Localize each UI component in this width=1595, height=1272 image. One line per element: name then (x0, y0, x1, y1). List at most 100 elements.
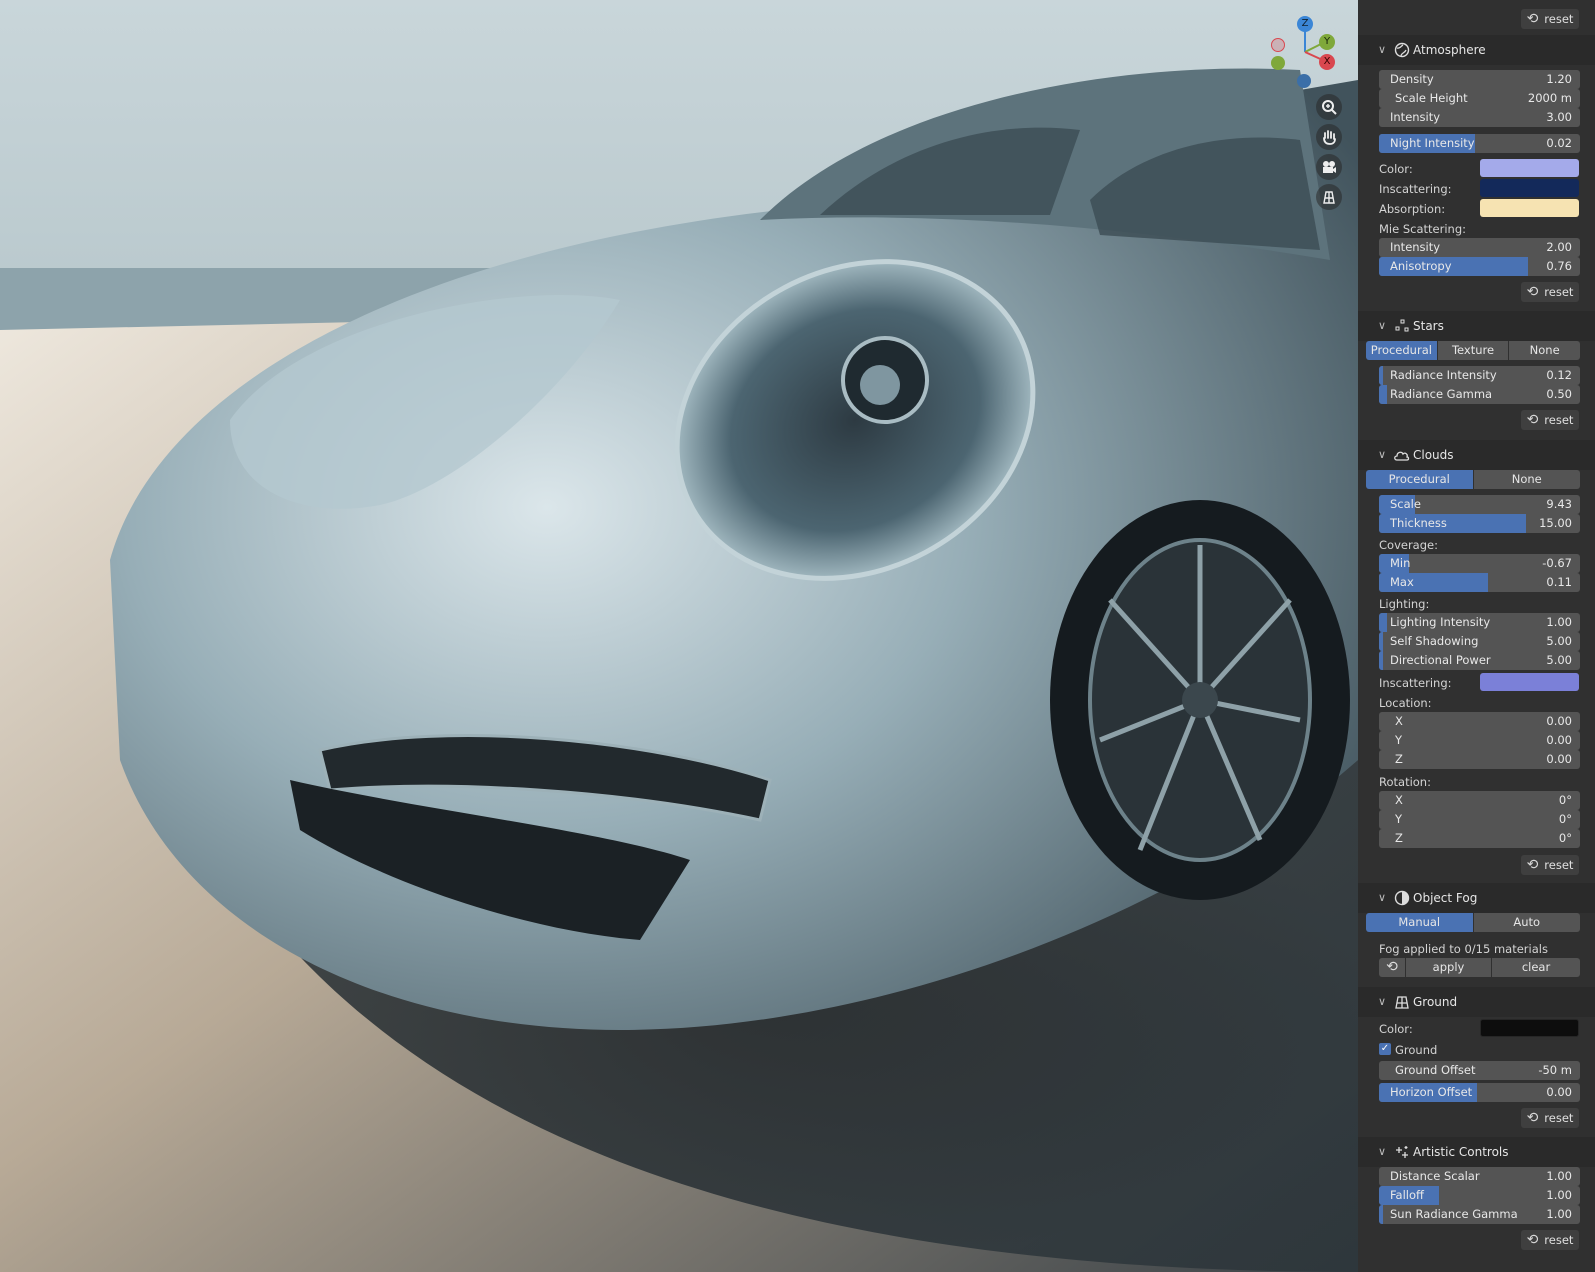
stars-section-header[interactable]: ∨ Stars (1358, 311, 1595, 341)
3d-viewport[interactable]: Z Y X (0, 0, 1358, 1272)
ground-reset-button[interactable]: ⟲ reset (1521, 1108, 1579, 1128)
intensity-field[interactable]: Intensity 3.00 (1379, 108, 1580, 127)
anisotropy-slider[interactable]: Anisotropy 0.76 (1379, 257, 1580, 276)
sun-radiance-gamma-slider[interactable]: Sun Radiance Gamma 1.00 (1379, 1205, 1580, 1224)
fog-mode-auto[interactable]: Auto (1473, 913, 1580, 932)
cloud-scale-slider[interactable]: Scale 9.43 (1379, 495, 1580, 514)
distance-scalar-field[interactable]: Distance Scalar 1.00 (1379, 1167, 1580, 1186)
ground-color-label: Color: (1379, 1022, 1413, 1036)
section-title: Atmosphere (1413, 43, 1486, 57)
gizmo-x-axis[interactable]: X (1319, 54, 1335, 70)
slider-fill (1379, 651, 1384, 670)
stars-mode-selector[interactable]: Procedural Texture None (1366, 341, 1580, 360)
cloud-inscattering-color-swatch[interactable] (1480, 673, 1579, 691)
slider-fill (1379, 613, 1388, 632)
refresh-icon: ⟲ (1526, 284, 1539, 300)
lighting-intensity-slider[interactable]: Lighting Intensity 1.00 (1379, 613, 1580, 632)
coverage-min-slider[interactable]: Min -0.67 (1379, 554, 1580, 573)
ground-offset-field[interactable]: Ground Offset -50 m (1379, 1061, 1580, 1080)
ground-section-header[interactable]: ∨ Ground (1358, 987, 1595, 1017)
gizmo-z-axis[interactable]: Z (1297, 16, 1313, 32)
refresh-icon: ⟲ (1526, 11, 1539, 27)
chevron-down-icon: ∨ (1378, 319, 1387, 332)
cloud-icon (1394, 451, 1410, 461)
directional-power-slider[interactable]: Directional Power 5.00 (1379, 651, 1580, 670)
artistic-controls-section-header[interactable]: ∨ Artistic Controls (1358, 1137, 1595, 1167)
color-label: Color: (1379, 162, 1413, 176)
stars-mode-procedural[interactable]: Procedural (1366, 341, 1438, 360)
stars-reset-button[interactable]: ⟲ reset (1521, 410, 1579, 430)
navigation-gizmo[interactable]: Z Y X (1265, 12, 1345, 92)
atmosphere-color-swatch[interactable] (1480, 159, 1579, 177)
artistic-reset-button[interactable]: ⟲ reset (1521, 1230, 1579, 1250)
inscattering-color-swatch[interactable] (1480, 179, 1579, 197)
pan-button[interactable] (1316, 124, 1342, 150)
fog-mode-selector[interactable]: Manual Auto (1366, 913, 1580, 932)
radiance-gamma-slider[interactable]: Radiance Gamma 0.50 (1379, 385, 1580, 404)
mie-intensity-field[interactable]: Intensity 2.00 (1379, 238, 1580, 257)
atmosphere-reset-button[interactable]: ⟲ reset (1521, 282, 1579, 302)
section-title: Ground (1413, 995, 1458, 1009)
gizmo-neg-y-axis[interactable] (1271, 56, 1285, 70)
fog-icon (1394, 890, 1410, 906)
rotation-z-field[interactable]: Z 0° (1379, 829, 1580, 848)
location-z-field[interactable]: Z 0.00 (1379, 750, 1580, 769)
section-title: Clouds (1413, 448, 1454, 462)
self-shadowing-slider[interactable]: Self Shadowing 5.00 (1379, 632, 1580, 651)
ground-checkbox[interactable]: ✓ (1379, 1043, 1391, 1055)
coverage-max-slider[interactable]: Max 0.11 (1379, 573, 1580, 592)
cloud-inscattering-label: Inscattering: (1379, 676, 1452, 690)
fog-mode-manual[interactable]: Manual (1366, 913, 1474, 932)
inscattering-label: Inscattering: (1379, 182, 1452, 196)
absorption-label: Absorption: (1379, 202, 1446, 216)
hand-icon (1323, 130, 1336, 145)
falloff-slider[interactable]: Falloff 1.00 (1379, 1186, 1580, 1205)
chevron-down-icon: ∨ (1378, 43, 1387, 56)
clouds-reset-button[interactable]: ⟲ reset (1521, 855, 1579, 875)
section-title: Artistic Controls (1413, 1145, 1509, 1159)
clouds-mode-selector[interactable]: Procedural None (1366, 470, 1580, 489)
clouds-section-header[interactable]: ∨ Clouds (1358, 440, 1595, 470)
fog-clear-button[interactable]: clear (1492, 958, 1580, 977)
grid-icon (1395, 996, 1409, 1009)
gizmo-neg-x-axis[interactable] (1271, 38, 1285, 52)
night-intensity-slider[interactable]: Night Intensity 0.02 (1379, 134, 1580, 153)
cloud-thickness-slider[interactable]: Thickness 15.00 (1379, 514, 1580, 533)
refresh-icon: ⟲ (1526, 1232, 1539, 1248)
lighting-label: Lighting: (1379, 597, 1430, 611)
camera-view-button[interactable] (1316, 154, 1342, 180)
gizmo-y-axis[interactable]: Y (1319, 34, 1335, 50)
stars-mode-none[interactable]: None (1509, 341, 1580, 360)
zoom-button[interactable] (1316, 94, 1342, 120)
density-field[interactable]: Density 1.20 (1379, 70, 1580, 89)
car-render (0, 0, 1358, 1272)
stars-icon (1395, 319, 1409, 332)
atmosphere-section-header[interactable]: ∨ Atmosphere (1358, 35, 1595, 65)
refresh-icon: ⟲ (1526, 1110, 1539, 1126)
object-fog-section-header[interactable]: ∨ Object Fog (1358, 883, 1595, 913)
gizmo-neg-z-axis[interactable] (1297, 74, 1311, 88)
sparkle-icon (1396, 1146, 1408, 1158)
stars-mode-texture[interactable]: Texture (1437, 341, 1510, 360)
fog-refresh-button[interactable]: ⟲ (1379, 958, 1405, 977)
perspective-toggle-button[interactable] (1316, 184, 1342, 210)
camera-icon (1323, 161, 1336, 173)
location-y-field[interactable]: Y 0.00 (1379, 731, 1580, 750)
clouds-mode-none[interactable]: None (1473, 470, 1580, 489)
clouds-mode-procedural[interactable]: Procedural (1366, 470, 1474, 489)
slider-fill (1379, 632, 1384, 651)
rotation-y-field[interactable]: Y 0° (1379, 810, 1580, 829)
ground-color-swatch[interactable] (1480, 1019, 1579, 1037)
sky-settings-panel: ⟲ reset ∨ Atmosphere Density 1.20 Scale He… (1358, 0, 1595, 1272)
location-x-field[interactable]: X 0.00 (1379, 712, 1580, 731)
rotation-x-field[interactable]: X 0° (1379, 791, 1580, 810)
top-reset-button[interactable]: ⟲ reset (1521, 9, 1579, 29)
location-label: Location: (1379, 696, 1432, 710)
chevron-down-icon: ∨ (1378, 1145, 1387, 1158)
fog-apply-button[interactable]: apply (1406, 958, 1491, 977)
horizon-offset-slider[interactable]: Horizon Offset 0.00 (1379, 1083, 1580, 1102)
absorption-color-swatch[interactable] (1480, 199, 1579, 217)
chevron-down-icon: ∨ (1378, 891, 1387, 904)
radiance-intensity-slider[interactable]: Radiance Intensity 0.12 (1379, 366, 1580, 385)
scale-height-field[interactable]: Scale Height 2000 m (1379, 89, 1580, 108)
